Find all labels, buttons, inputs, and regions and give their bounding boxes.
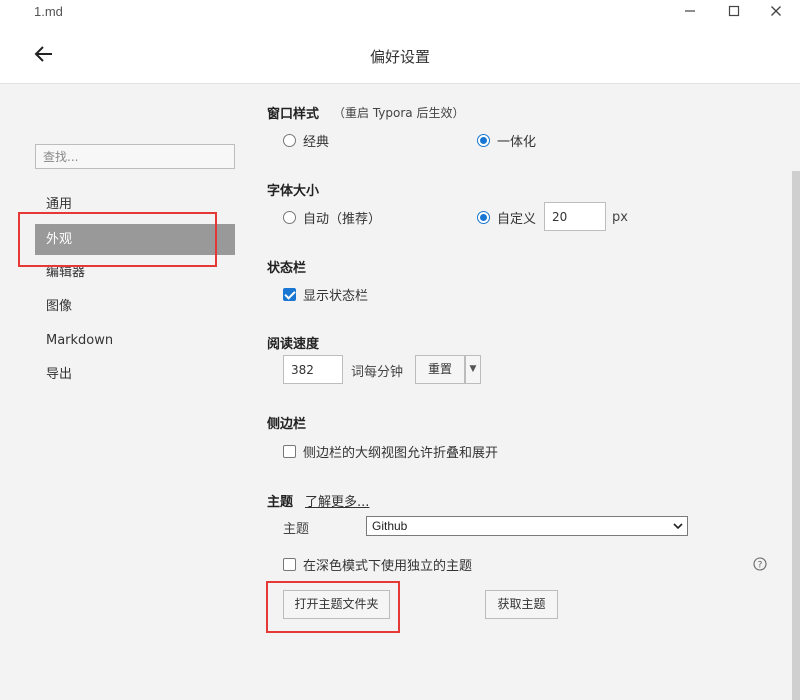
radio-button[interactable] xyxy=(283,133,296,147)
title-bar: 1.md 偏好设置 xyxy=(0,0,800,84)
radio-button-selected[interactable] xyxy=(477,133,490,147)
sidebar-item-appearance[interactable]: 外观 xyxy=(35,224,235,255)
search-input[interactable] xyxy=(35,144,235,169)
theme-title: 主题 xyxy=(267,495,294,510)
scrollbar[interactable] xyxy=(792,171,800,700)
show-status-bar-label: 显示状态栏 xyxy=(303,288,369,304)
sidebar-item-general[interactable]: 通用 xyxy=(35,189,235,220)
font-size-title: 字体大小 xyxy=(267,184,320,199)
font-size-input[interactable] xyxy=(544,202,606,231)
minimize-icon xyxy=(685,10,695,12)
learn-more-link[interactable]: 了解更多... xyxy=(305,491,369,510)
reset-button[interactable]: 重置 xyxy=(415,355,465,384)
theme-row-label: 主题 xyxy=(283,522,310,537)
radio-button-selected[interactable] xyxy=(477,210,490,224)
font-size-unit: px xyxy=(612,210,628,225)
chevron-down-icon xyxy=(673,523,683,530)
radio-auto[interactable]: 自动（推荐） xyxy=(283,208,382,227)
sidebar-item-export[interactable]: 导出 xyxy=(35,359,235,390)
sidebar-item-editor[interactable]: 编辑器 xyxy=(35,257,235,288)
dark-mode-theme-label: 在深色模式下使用独立的主题 xyxy=(303,558,473,574)
reading-speed-unit: 词每分钟 xyxy=(351,365,404,380)
radio-classic[interactable]: 经典 xyxy=(283,131,330,150)
maximize-icon xyxy=(728,5,740,17)
checkbox-checked[interactable] xyxy=(283,287,296,301)
radio-auto-label: 自动（推荐） xyxy=(303,211,382,227)
svg-text:?: ? xyxy=(758,561,763,571)
page-title: 偏好设置 xyxy=(369,48,430,66)
checkbox-dark-mode-theme[interactable]: 在深色模式下使用独立的主题 xyxy=(283,555,473,574)
checkbox-unchecked[interactable] xyxy=(283,557,296,571)
open-theme-folder-button[interactable]: 打开主题文件夹 xyxy=(283,590,390,619)
sidebar-item-image[interactable]: 图像 xyxy=(35,291,235,322)
radio-unified-label: 一体化 xyxy=(497,134,537,150)
help-icon[interactable]: ? xyxy=(753,557,767,571)
sidebar-section-title: 侧边栏 xyxy=(267,417,307,432)
status-bar-title: 状态栏 xyxy=(267,261,307,276)
checkbox-outline-collapse[interactable]: 侧边栏的大纲视图允许折叠和展开 xyxy=(283,442,499,461)
radio-unified[interactable]: 一体化 xyxy=(477,131,537,150)
window-style-hint: （重启 Typora 后生效） xyxy=(333,106,465,120)
minimize-button[interactable] xyxy=(678,2,702,24)
checkbox-unchecked[interactable] xyxy=(283,444,296,458)
theme-select[interactable]: Github xyxy=(366,516,688,536)
radio-classic-label: 经典 xyxy=(303,134,330,150)
sidebar: 通用 外观 编辑器 图像 Markdown 导出 xyxy=(0,84,250,700)
checkbox-show-status-bar[interactable]: 显示状态栏 xyxy=(283,285,369,304)
radio-custom[interactable]: 自定义 xyxy=(477,208,537,227)
reading-speed-input[interactable] xyxy=(283,355,343,384)
get-themes-button[interactable]: 获取主题 xyxy=(485,590,558,619)
radio-custom-label: 自定义 xyxy=(497,211,537,227)
reset-dropdown-arrow-icon[interactable]: ▼ xyxy=(465,355,481,384)
radio-button[interactable] xyxy=(283,210,296,224)
close-window-button[interactable] xyxy=(764,2,788,24)
maximize-button[interactable] xyxy=(722,2,746,24)
sidebar-item-markdown[interactable]: Markdown xyxy=(35,325,235,356)
theme-select-value: Github xyxy=(372,519,408,533)
outline-collapse-label: 侧边栏的大纲视图允许折叠和展开 xyxy=(303,445,499,461)
document-title: 1.md xyxy=(34,4,63,19)
reading-speed-title: 阅读速度 xyxy=(267,337,320,352)
window-style-title: 窗口样式 xyxy=(267,107,320,122)
close-icon xyxy=(771,6,781,16)
